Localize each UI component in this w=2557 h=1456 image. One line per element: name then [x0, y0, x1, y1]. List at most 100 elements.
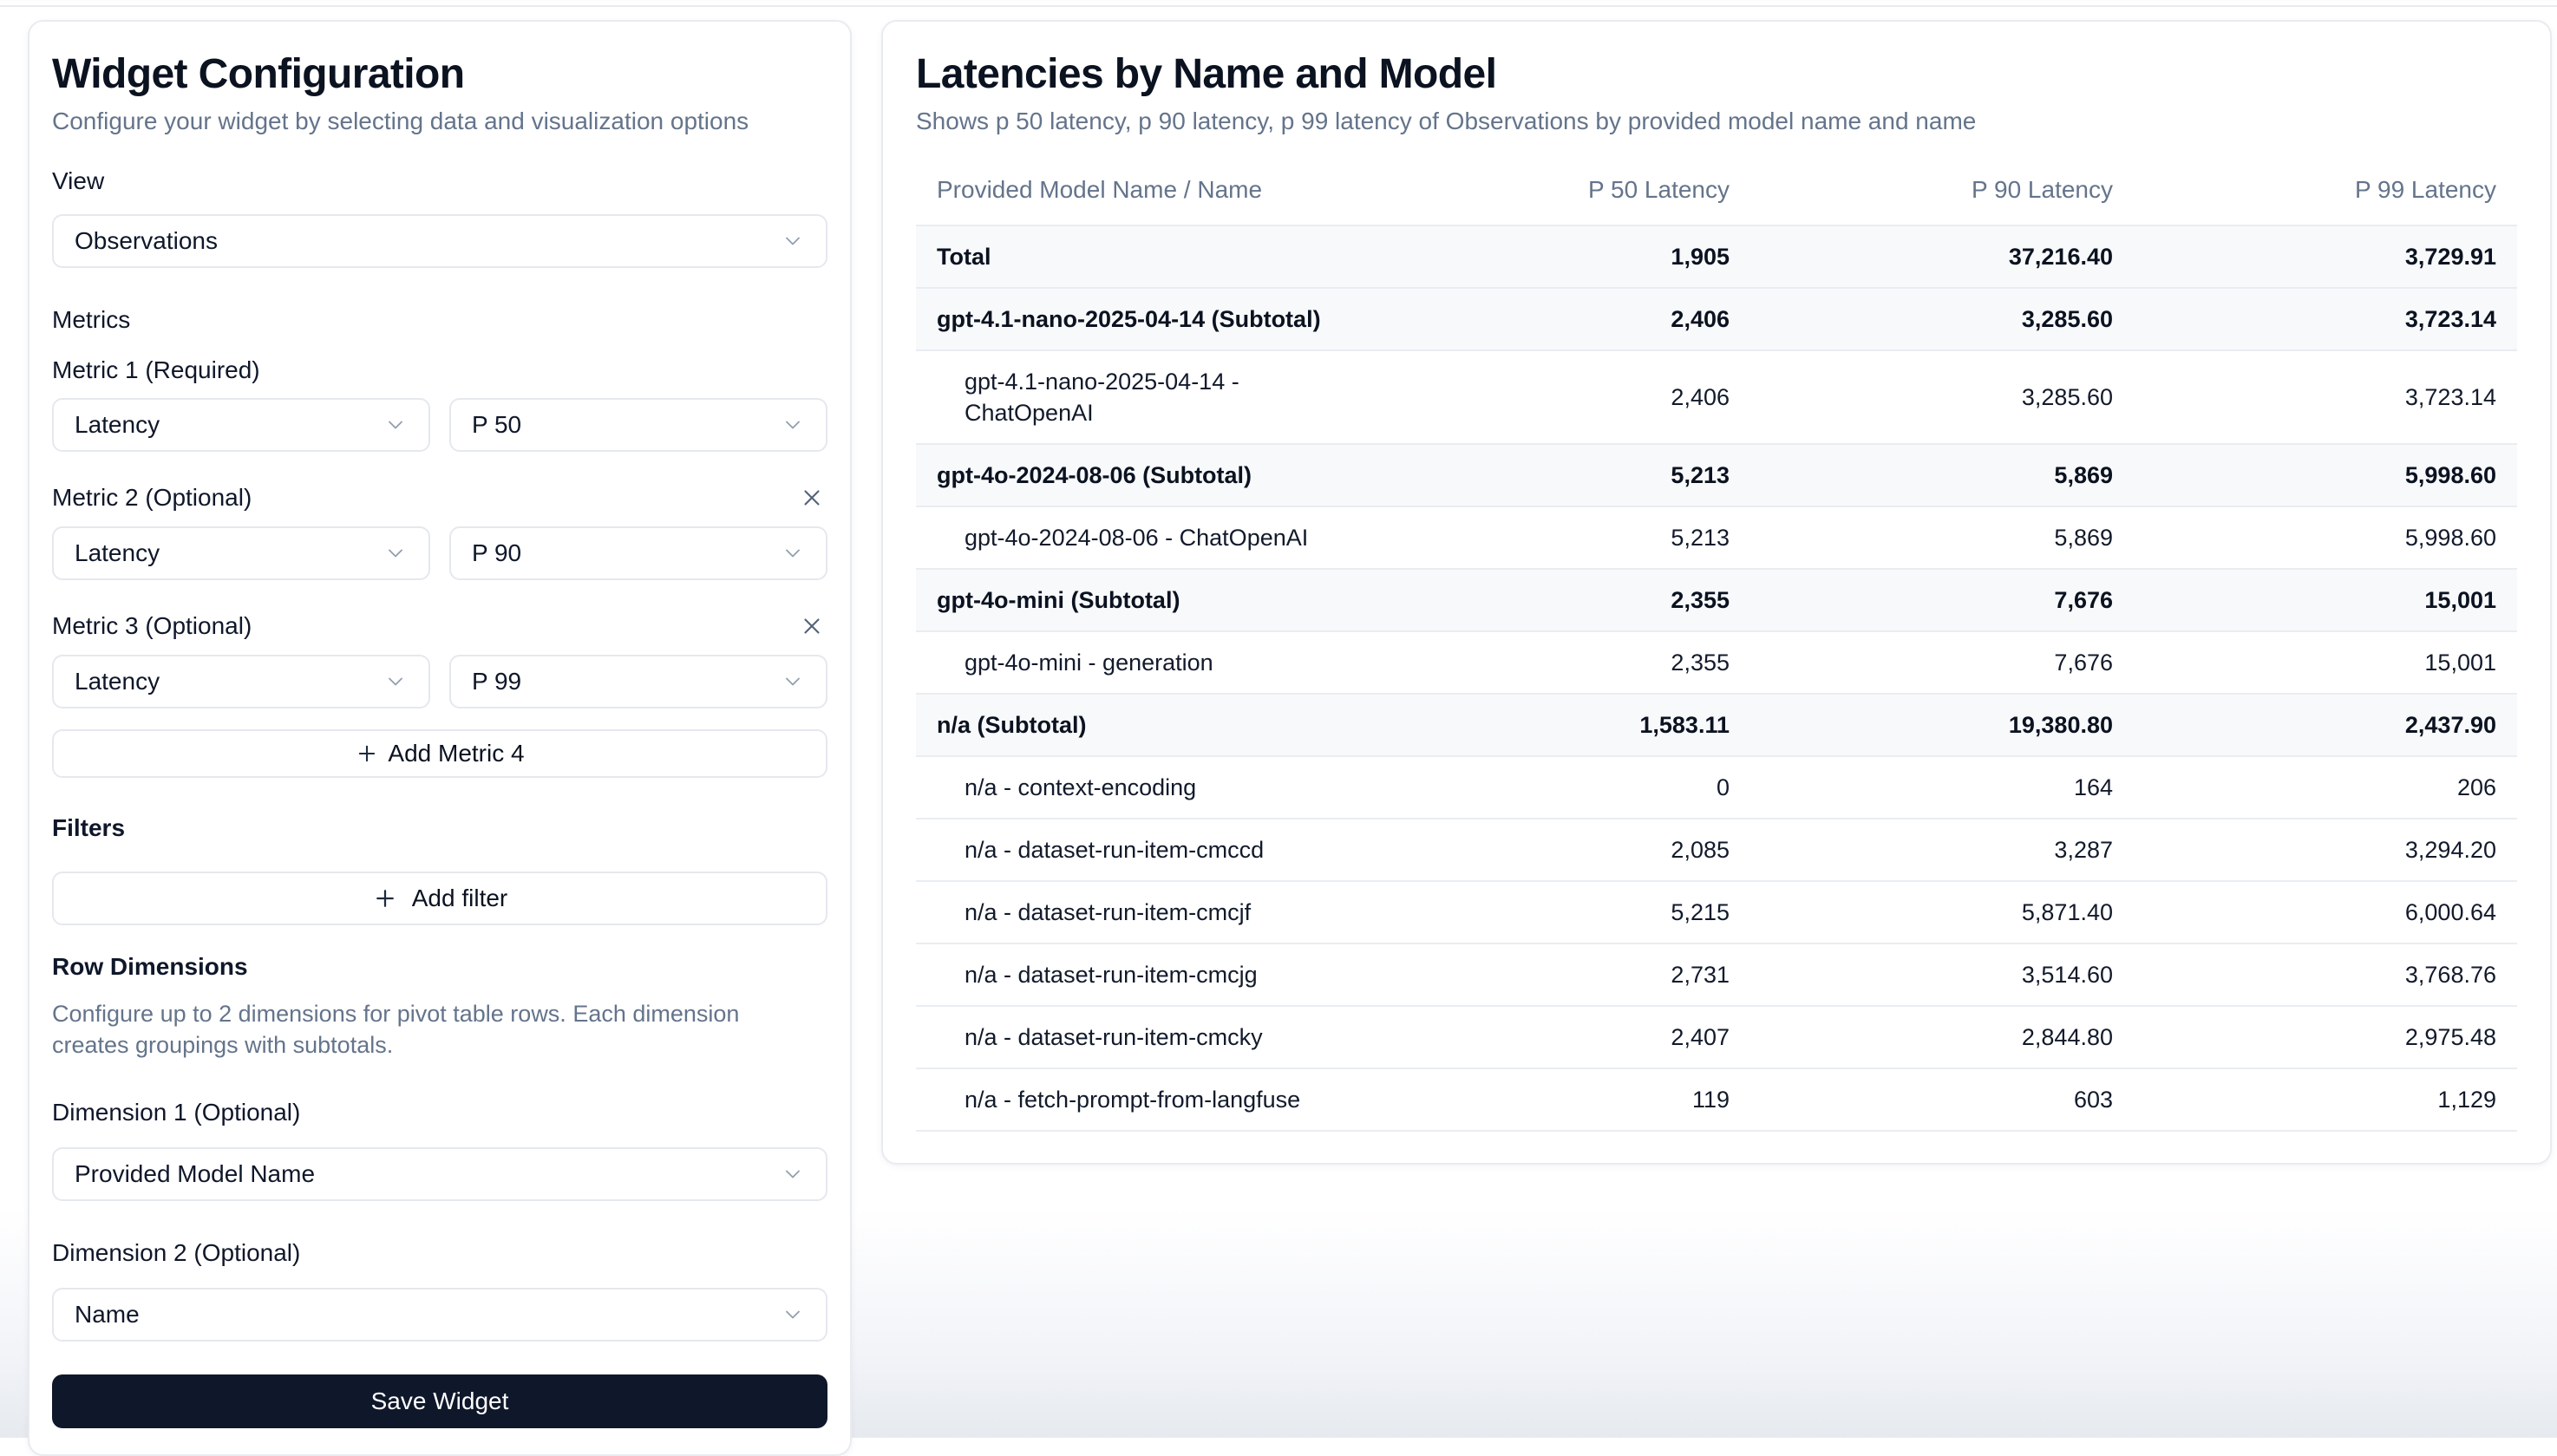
chevron-down-icon [383, 541, 408, 565]
chevron-down-icon [781, 229, 805, 253]
config-panel-subtitle: Configure your widget by selecting data … [52, 107, 827, 136]
p50-cell: 5,213 [1367, 444, 1750, 506]
p90-cell: 603 [1750, 1068, 2134, 1131]
p50-cell: 2,731 [1367, 943, 1750, 1006]
p50-cell: 1,583.11 [1367, 694, 1750, 756]
p50-cell: 5,215 [1367, 881, 1750, 943]
row-name-cell: n/a - dataset-run-item-cmccd [916, 819, 1367, 881]
metric-1-aggregation-select[interactable]: P 50 [449, 398, 827, 452]
row-dimensions-label: Row Dimensions [52, 953, 827, 981]
page-top-divider [0, 5, 2557, 7]
column-header-p90: P 90 Latency [1750, 162, 2134, 225]
table-row-subtotal: gpt-4o-2024-08-06 (Subtotal)5,2135,8695,… [916, 444, 2517, 506]
metric-1-label: Metric 1 (Required) [52, 356, 827, 384]
add-metric-label: Add Metric 4 [388, 740, 524, 767]
p50-cell: 2,406 [1367, 350, 1750, 444]
row-name-cell: gpt-4o-2024-08-06 - ChatOpenAI [916, 506, 1367, 569]
metric-2-aggregation-value: P 90 [472, 539, 521, 567]
table-row-leaf: n/a - dataset-run-item-cmccd2,0853,2873,… [916, 819, 2517, 881]
widget-preview-panel: Latencies by Name and Model Shows p 50 l… [881, 20, 2552, 1165]
p50-cell: 2,407 [1367, 1006, 1750, 1068]
p99-cell: 6,000.64 [2134, 881, 2517, 943]
p90-cell: 2,844.80 [1750, 1006, 2134, 1068]
config-panel-title: Widget Configuration [52, 51, 827, 98]
plus-icon [372, 885, 398, 911]
preview-panel-title: Latencies by Name and Model [916, 51, 2517, 98]
row-name-cell: gpt-4o-2024-08-06 (Subtotal) [916, 444, 1367, 506]
add-filter-button[interactable]: Add filter [52, 872, 827, 925]
metric-2-measure-select[interactable]: Latency [52, 526, 430, 580]
p99-cell: 2,437.90 [2134, 694, 2517, 756]
view-select-value: Observations [75, 227, 218, 255]
metric-3-aggregation-value: P 99 [472, 668, 521, 695]
row-name-cell: n/a - context-encoding [916, 756, 1367, 819]
metric-3-header: Metric 3 (Optional) [52, 611, 827, 641]
table-row-subtotal: n/a (Subtotal)1,583.1119,380.802,437.90 [916, 694, 2517, 756]
row-name-cell: n/a - fetch-prompt-from-langfuse [916, 1068, 1367, 1131]
save-widget-button[interactable]: Save Widget [52, 1374, 827, 1428]
chevron-down-icon [383, 413, 408, 437]
add-filter-label: Add filter [412, 885, 508, 912]
chevron-down-icon [781, 669, 805, 694]
metrics-section-label: Metrics [52, 306, 827, 334]
metric-3-aggregation-select[interactable]: P 99 [449, 655, 827, 708]
p99-cell: 3,723.14 [2134, 288, 2517, 350]
table-row-leaf: gpt-4o-2024-08-06 - ChatOpenAI5,2135,869… [916, 506, 2517, 569]
dimension-2-label: Dimension 2 (Optional) [52, 1239, 827, 1267]
p90-cell: 7,676 [1750, 631, 2134, 694]
p99-cell: 2,975.48 [2134, 1006, 2517, 1068]
remove-metric-3-button[interactable] [796, 610, 827, 642]
metric-3-row: Latency P 99 [52, 655, 827, 708]
p50-cell: 119 [1367, 1068, 1750, 1131]
p99-cell: 3,294.20 [2134, 819, 2517, 881]
p99-cell: 15,001 [2134, 631, 2517, 694]
p50-cell: 2,355 [1367, 631, 1750, 694]
p90-cell: 164 [1750, 756, 2134, 819]
table-row-leaf: gpt-4.1-nano-2025-04-14 - ChatOpenAI2,40… [916, 350, 2517, 444]
metric-1-measure-select[interactable]: Latency [52, 398, 430, 452]
dimension-1-select[interactable]: Provided Model Name [52, 1147, 827, 1201]
row-name-cell: gpt-4o-mini - generation [916, 631, 1367, 694]
metric-3-label: Metric 3 (Optional) [52, 612, 252, 640]
p99-cell: 15,001 [2134, 569, 2517, 631]
table-row-leaf: gpt-4o-mini - generation2,3557,67615,001 [916, 631, 2517, 694]
add-metric-button[interactable]: Add Metric 4 [52, 729, 827, 778]
table-row-leaf: n/a - fetch-prompt-from-langfuse1196031,… [916, 1068, 2517, 1131]
metric-1-row: Latency P 50 [52, 398, 827, 452]
dimension-1-label: Dimension 1 (Optional) [52, 1099, 827, 1126]
p99-cell: 206 [2134, 756, 2517, 819]
view-select[interactable]: Observations [52, 214, 827, 268]
metric-1-measure-value: Latency [75, 411, 160, 439]
p90-cell: 3,514.60 [1750, 943, 2134, 1006]
dimension-1-value: Provided Model Name [75, 1160, 315, 1188]
p50-cell: 2,355 [1367, 569, 1750, 631]
p99-cell: 1,129 [2134, 1068, 2517, 1131]
metric-3-measure-select[interactable]: Latency [52, 655, 430, 708]
row-dimensions-description: Configure up to 2 dimensions for pivot t… [52, 998, 815, 1061]
row-name-cell: Total [916, 225, 1367, 288]
p90-cell: 5,869 [1750, 506, 2134, 569]
column-header-p99: P 99 Latency [2134, 162, 2517, 225]
chevron-down-icon [781, 1162, 805, 1186]
table-row-leaf: n/a - dataset-run-item-cmcjg2,7313,514.6… [916, 943, 2517, 1006]
table-row-leaf: n/a - context-encoding0164206 [916, 756, 2517, 819]
p99-cell: 5,998.60 [2134, 444, 2517, 506]
chevron-down-icon [383, 669, 408, 694]
row-name-cell: n/a - dataset-run-item-cmcjg [916, 943, 1367, 1006]
p99-cell: 3,723.14 [2134, 350, 2517, 444]
p90-cell: 5,869 [1750, 444, 2134, 506]
filters-section-label: Filters [52, 814, 827, 842]
preview-panel-subtitle: Shows p 50 latency, p 90 latency, p 99 l… [916, 107, 2517, 136]
p90-cell: 19,380.80 [1750, 694, 2134, 756]
metric-2-row: Latency P 90 [52, 526, 827, 580]
remove-metric-2-button[interactable] [796, 482, 827, 513]
column-header-name: Provided Model Name / Name [916, 162, 1367, 225]
dimension-2-select[interactable]: Name [52, 1288, 827, 1342]
chevron-down-icon [781, 1303, 805, 1327]
metric-2-measure-value: Latency [75, 539, 160, 567]
plus-icon [355, 741, 379, 766]
x-icon [799, 485, 825, 511]
p50-cell: 2,085 [1367, 819, 1750, 881]
p50-cell: 0 [1367, 756, 1750, 819]
metric-2-aggregation-select[interactable]: P 90 [449, 526, 827, 580]
